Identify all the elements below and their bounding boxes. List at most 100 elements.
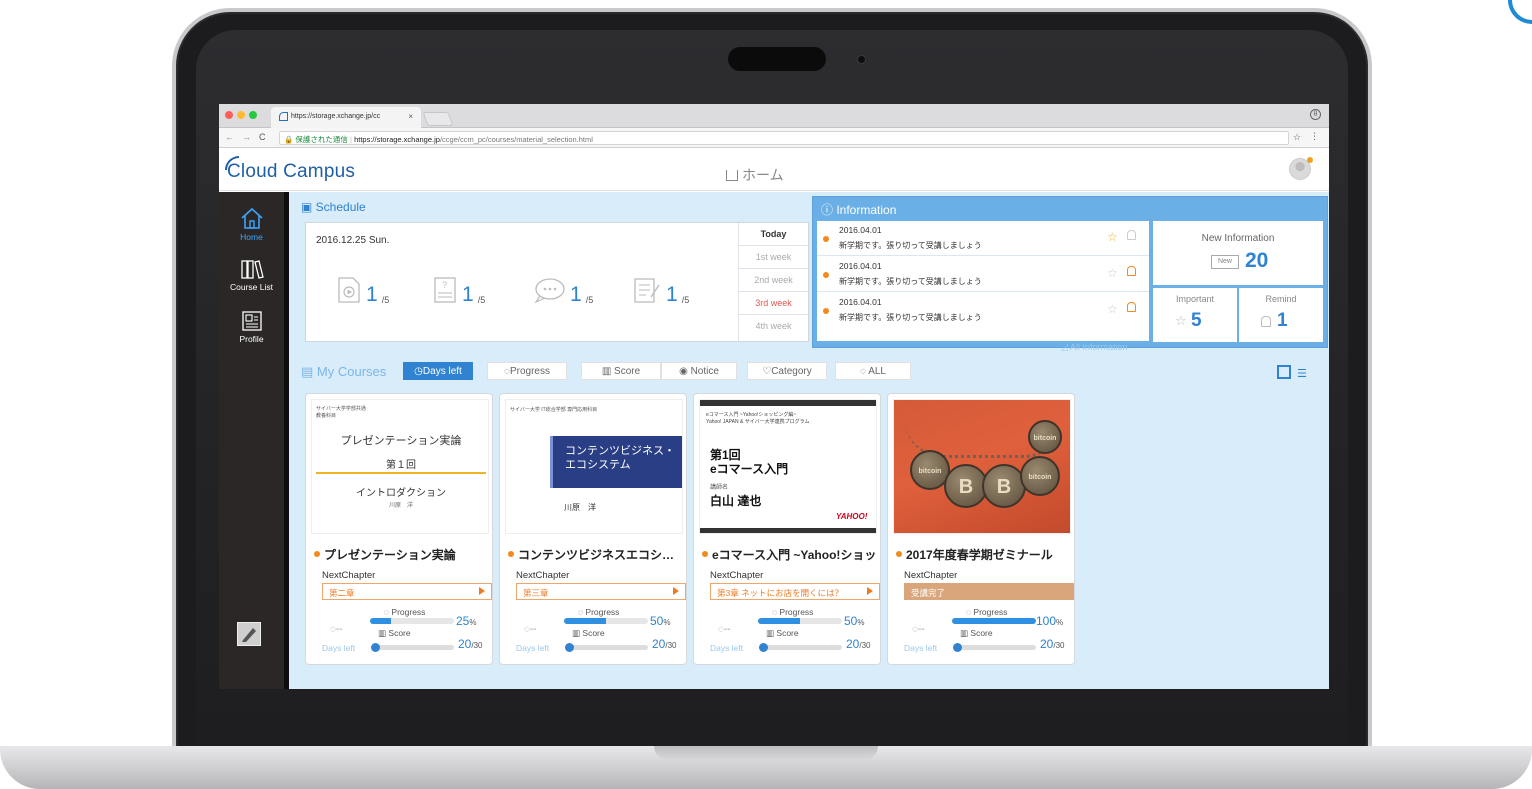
url-input[interactable]: 🔒 保護された通信 | https://storage.xchange.jp/c… <box>279 131 1289 145</box>
sidebar-item-home[interactable]: Home <box>219 206 284 242</box>
bell-icon[interactable] <box>1127 230 1136 240</box>
clock-icon: ◷ <box>414 366 423 377</box>
laptop-mockup: https://storage.xchange.jp/cc × θ ← → C … <box>0 0 1532 789</box>
cloud-campus-logo[interactable]: Cloud Campus <box>225 156 355 183</box>
info-item[interactable]: 2016.04.01 新学期です。張り切って受講しましょう ☆ <box>817 293 1149 328</box>
unread-dot <box>823 308 829 314</box>
stat-total: /5 <box>585 295 594 305</box>
filter-label: Progress <box>509 366 550 377</box>
home-icon <box>240 207 263 229</box>
home-link[interactable]: ホーム <box>726 165 784 185</box>
sidebar-item-course-list[interactable]: Course List <box>219 258 284 292</box>
yahoo-logo: YAHOO! <box>836 512 868 521</box>
progress-bar <box>952 618 1036 624</box>
star-icon[interactable]: ☆ <box>1107 230 1118 244</box>
week-2nd[interactable]: 2nd week <box>739 269 808 292</box>
video-icon <box>338 277 360 303</box>
schedule-date: 2016.12.25 Sun. <box>316 235 390 246</box>
info-message: 新学期です。張り切って受講しましょう <box>839 313 982 322</box>
back-button[interactable]: ← <box>225 132 234 142</box>
info-date: 2016.04.01 <box>839 297 882 307</box>
course-card[interactable]: サイバー大学学部共通 教養科目 プレゼンテーション実論 第１回 イントロダクショ… <box>305 393 493 665</box>
information-panel: ⓘ Information 2016.04.01 新学期です。張り切って受講しま… <box>812 196 1328 352</box>
week-4th[interactable]: 4th week <box>739 315 808 338</box>
course-card[interactable]: bitcoin B B bitcoin bitcoin 2017年度春学期ゼミナ… <box>887 393 1075 665</box>
url-path: /ccge/ccm_pc/courses/material_selection.… <box>439 135 593 144</box>
browser-profile-icon[interactable]: θ <box>1310 109 1321 120</box>
week-today[interactable]: Today <box>739 223 808 246</box>
browser-menu-icon[interactable]: ⋮ <box>1310 131 1319 142</box>
star-icon[interactable]: ☆ <box>1107 266 1118 280</box>
score-value: 20/30 <box>846 637 871 651</box>
course-title: プレゼンテーション実論 <box>314 546 490 563</box>
tab-close-icon[interactable]: × <box>408 112 413 121</box>
user-avatar[interactable] <box>1289 157 1313 180</box>
edit-icon[interactable] <box>237 622 261 646</box>
completed-chapter-label: 受講完了 <box>904 583 1074 600</box>
progress-percent: 50% <box>650 614 671 628</box>
progress-label: ◌ Progress <box>772 607 814 617</box>
forward-button[interactable]: → <box>242 132 251 142</box>
course-title: 2017年度春学期ゼミナール <box>896 546 1072 563</box>
next-chapter-button[interactable]: 第3章 ネットにお店を開くには？ <box>710 583 880 600</box>
info-item[interactable]: 2016.04.01 新学期です。張り切って受講しましょう ☆ <box>817 221 1149 256</box>
filter-label: ALL <box>868 366 886 377</box>
thumb-caption: eコマース入門 ~Yahoo!ショッピング編~ Yahoo! JAPAN & サ… <box>706 412 810 425</box>
course-card[interactable]: eコマース入門 ~Yahoo!ショッピング編~ Yahoo! JAPAN & サ… <box>693 393 881 665</box>
filter-notice[interactable]: ◉ Notice <box>661 362 737 380</box>
next-chapter-text: 第二章 <box>329 588 355 598</box>
info-item[interactable]: 2016.04.01 新学期です。張り切って受講しましょう ☆ <box>817 257 1149 292</box>
course-title: コンテンツビジネスエコシステム <box>508 546 684 563</box>
next-chapter-label: NextChapter <box>904 570 958 581</box>
star-icon[interactable]: ☆ <box>1107 302 1118 316</box>
bell-icon[interactable] <box>1127 302 1136 312</box>
information-list: 2016.04.01 新学期です。張り切って受講しましょう ☆ 2016.04.… <box>817 221 1149 341</box>
course-card[interactable]: サイバー大学 IT総合学部 専門応用科目 コンテンツビジネス・ エコシステム 川… <box>499 393 687 665</box>
close-window-button[interactable] <box>225 111 233 119</box>
new-tab-button[interactable] <box>422 112 454 126</box>
week-3rd[interactable]: 3rd week <box>739 292 808 315</box>
sidebar-item-label: Home <box>240 232 263 242</box>
minimize-window-button[interactable] <box>237 111 245 119</box>
svg-text:?: ? <box>442 280 447 290</box>
bell-icon[interactable] <box>1127 266 1136 276</box>
filter-category[interactable]: ♡Category <box>747 362 827 380</box>
new-information-count: 20 <box>1245 249 1269 272</box>
bookmark-star-icon[interactable]: ☆ <box>1293 132 1301 143</box>
browser-tab[interactable]: https://storage.xchange.jp/cc × <box>271 107 421 128</box>
days-left-label: Days left <box>710 643 744 653</box>
next-chapter-label: NextChapter <box>516 570 570 581</box>
home-outline-icon <box>726 170 738 181</box>
filter-progress[interactable]: ◌Progress <box>487 362 567 380</box>
window-controls <box>225 111 257 119</box>
days-left-value: ◌-- <box>912 624 925 635</box>
filter-score[interactable]: ▥ Score <box>581 362 661 380</box>
star-outline-icon: ☆ <box>1175 313 1187 328</box>
app-header: Cloud Campus ホーム <box>219 149 1329 191</box>
maximize-window-button[interactable] <box>249 111 257 119</box>
next-chapter-text: 受講完了 <box>911 588 946 598</box>
thumb-lecturer: 白山 達也 <box>710 494 762 508</box>
next-chapter-button[interactable]: 第二章 <box>322 583 492 600</box>
thumb-author: 川原 洋 <box>564 503 596 512</box>
next-chapter-label: NextChapter <box>710 570 764 581</box>
laptop-notch <box>654 746 878 760</box>
progress-bar <box>758 618 842 624</box>
schedule-title-text: Schedule <box>315 200 366 214</box>
remind-box[interactable]: Remind 1 <box>1239 288 1323 342</box>
filter-all[interactable]: ◌ ALL <box>835 362 911 380</box>
all-information-link[interactable]: ◿ All Information <box>1061 342 1127 353</box>
important-box[interactable]: Important ☆ 5 <box>1153 288 1237 342</box>
week-1st[interactable]: 1st week <box>739 246 808 269</box>
filter-label: Notice <box>690 366 719 377</box>
sidebar-item-label: Course List <box>230 282 273 292</box>
new-information-box[interactable]: New Information New 20 <box>1153 221 1323 285</box>
next-chapter-button[interactable]: 第三章 <box>516 583 686 600</box>
notice-icon: ◉ <box>679 366 691 377</box>
list-view-icon[interactable]: ☰ <box>1297 367 1307 380</box>
important-title: Important <box>1175 294 1215 304</box>
grid-view-icon[interactable] <box>1277 365 1291 379</box>
filter-days-left[interactable]: ◷Days left <box>403 362 473 380</box>
sidebar-item-profile[interactable]: Profile <box>219 310 284 344</box>
reload-button[interactable]: C <box>259 132 266 142</box>
